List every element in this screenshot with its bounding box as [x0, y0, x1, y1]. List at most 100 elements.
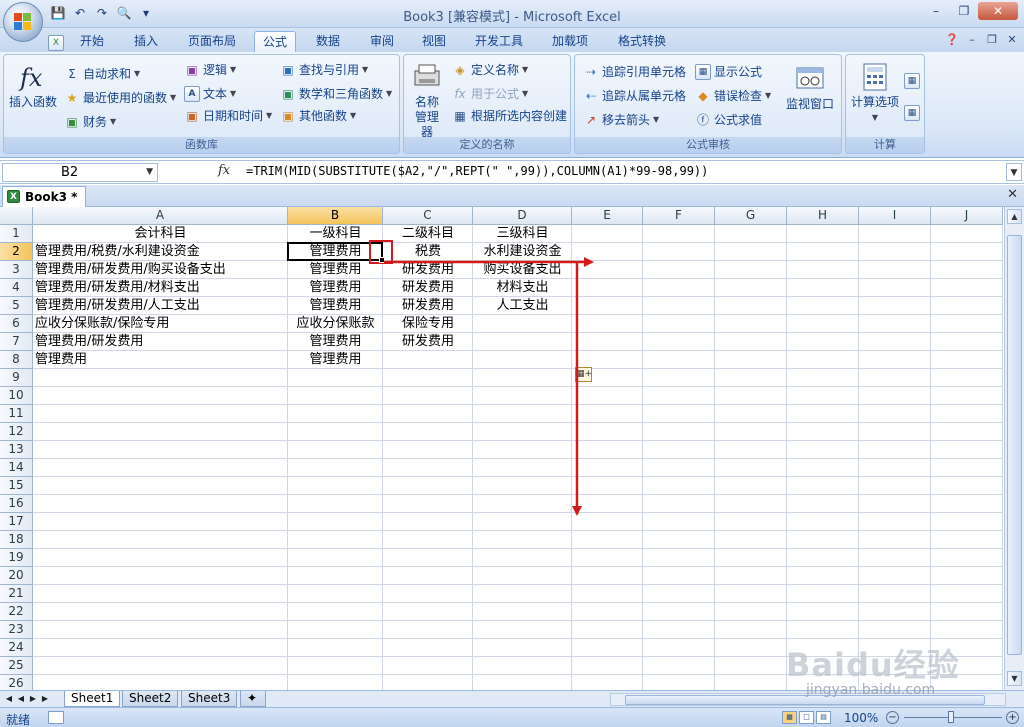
- prev-sheet-button[interactable]: ◀: [16, 692, 26, 706]
- row-header-7[interactable]: 7: [0, 333, 33, 351]
- column-header-a[interactable]: A: [33, 207, 288, 225]
- column-header-c[interactable]: C: [383, 207, 473, 225]
- cell-d4[interactable]: 材料支出: [473, 279, 572, 297]
- row-header-2[interactable]: 2: [0, 243, 33, 261]
- row-header-4[interactable]: 4: [0, 279, 33, 297]
- trace-precedents-button[interactable]: ⇢ 追踪引用单元格: [583, 63, 686, 80]
- error-checking-button[interactable]: ◆ 错误检查 ▼: [695, 87, 771, 104]
- row-header-21[interactable]: 21: [0, 585, 33, 603]
- tab-data[interactable]: 数据: [308, 31, 348, 52]
- sheet-tab-sheet1[interactable]: Sheet1: [64, 691, 121, 707]
- evaluate-formula-button[interactable]: ⓕ 公式求值: [695, 111, 762, 128]
- column-header-h[interactable]: H: [787, 207, 859, 225]
- show-formulas-button[interactable]: ▦ 显示公式: [695, 63, 762, 80]
- workbook-tab[interactable]: X Book3 *: [2, 186, 87, 207]
- row-header-25[interactable]: 25: [0, 657, 33, 675]
- cell-a2[interactable]: 管理费用/税费/水利建设资金: [33, 243, 288, 261]
- insert-function-fx-icon[interactable]: fx: [218, 163, 230, 178]
- column-header-i[interactable]: I: [859, 207, 931, 225]
- close-button[interactable]: ✕: [978, 2, 1018, 20]
- row-header-3[interactable]: 3: [0, 261, 33, 279]
- cell-d5[interactable]: 人工支出: [473, 297, 572, 315]
- column-header-b[interactable]: B: [288, 207, 383, 225]
- text-button[interactable]: A 文本 ▼: [184, 85, 236, 102]
- cell-b6[interactable]: 应收分保账款: [288, 315, 383, 333]
- column-header-e[interactable]: E: [572, 207, 643, 225]
- cell-c5[interactable]: 研发费用: [383, 297, 473, 315]
- sheet-tab-sheet2[interactable]: Sheet2: [122, 691, 179, 707]
- minimize-button[interactable]: –: [922, 2, 950, 20]
- restore-button[interactable]: ❐: [950, 2, 978, 20]
- cell-b5[interactable]: 管理费用: [288, 297, 383, 315]
- use-in-formula-button[interactable]: fx 用于公式 ▼: [452, 85, 528, 102]
- insert-function-button[interactable]: fx 插入函数: [6, 61, 60, 110]
- select-all-corner[interactable]: [0, 207, 33, 225]
- cell-b4[interactable]: 管理费用: [288, 279, 383, 297]
- row-header-10[interactable]: 10: [0, 387, 33, 405]
- last-sheet-button[interactable]: ▶: [40, 692, 50, 706]
- chevron-down-icon[interactable]: ▼: [146, 164, 153, 181]
- tab-view[interactable]: 视图: [414, 31, 454, 52]
- doc-close-button[interactable]: ✕: [1004, 32, 1020, 48]
- row-header-15[interactable]: 15: [0, 477, 33, 495]
- cell-b7[interactable]: 管理费用: [288, 333, 383, 351]
- sheet-tab-sheet3[interactable]: Sheet3: [181, 691, 238, 707]
- macro-record-icon[interactable]: [48, 711, 64, 724]
- more-functions-button[interactable]: ▣ 其他函数 ▼: [280, 107, 356, 124]
- tab-home[interactable]: 开始: [72, 31, 112, 52]
- column-header-d[interactable]: D: [473, 207, 572, 225]
- row-header-8[interactable]: 8: [0, 351, 33, 369]
- datetime-button[interactable]: ▣ 日期和时间 ▼: [184, 107, 272, 124]
- excel-doc-icon[interactable]: X: [46, 31, 66, 52]
- tab-page-layout[interactable]: 页面布局: [180, 31, 244, 52]
- formula-input[interactable]: =TRIM(MID(SUBSTITUTE($A2,"/",REPT(" ",99…: [246, 164, 708, 178]
- cell-c7[interactable]: 研发费用: [383, 333, 473, 351]
- page-break-view-icon[interactable]: ▤: [816, 711, 831, 724]
- trace-dependents-button[interactable]: ⇠ 追踪从属单元格: [583, 87, 686, 104]
- page-layout-view-icon[interactable]: □: [799, 711, 814, 724]
- name-manager-button[interactable]: 名称管理器: [406, 61, 448, 140]
- zoom-slider-knob[interactable]: [948, 711, 954, 723]
- zoom-level[interactable]: 100%: [844, 711, 878, 725]
- row-header-11[interactable]: 11: [0, 405, 33, 423]
- row-header-13[interactable]: 13: [0, 441, 33, 459]
- cell-a1[interactable]: 会计科目: [33, 225, 288, 243]
- tab-format-convert[interactable]: 格式转换: [610, 31, 674, 52]
- doc-minimize-button[interactable]: –: [964, 32, 980, 48]
- tab-addins[interactable]: 加载项: [544, 31, 596, 52]
- financial-button[interactable]: ▣ 财务 ▼: [64, 113, 116, 130]
- row-header-23[interactable]: 23: [0, 621, 33, 639]
- scroll-up-button[interactable]: ▲: [1007, 209, 1022, 224]
- worksheet-grid[interactable]: ABCDEFGHIJ 1 2 3 4 5 6 7 8 9 10 11 12 13 14 15 16 17 18 19…: [0, 207, 1024, 690]
- auto-fill-options-icon[interactable]: ▦+: [575, 367, 592, 382]
- insert-sheet-icon[interactable]: ✦: [240, 691, 266, 707]
- math-button[interactable]: ▣ 数学和三角函数 ▼: [280, 85, 392, 102]
- zoom-out-icon[interactable]: −: [886, 711, 899, 724]
- horizontal-scrollbar[interactable]: [610, 693, 1006, 706]
- cell-c2[interactable]: 税费: [383, 243, 473, 261]
- row-header-19[interactable]: 19: [0, 549, 33, 567]
- cell-a3[interactable]: 管理费用/研发费用/购买设备支出: [33, 261, 288, 279]
- row-header-26[interactable]: 26: [0, 675, 33, 690]
- column-header-f[interactable]: F: [643, 207, 715, 225]
- column-header-g[interactable]: G: [715, 207, 787, 225]
- cell-a8[interactable]: 管理费用: [33, 351, 288, 369]
- tab-review[interactable]: 审阅: [362, 31, 402, 52]
- define-name-button[interactable]: ◈ 定义名称 ▼: [452, 61, 528, 78]
- close-workbook-icon[interactable]: ✕: [1007, 187, 1018, 202]
- row-header-17[interactable]: 17: [0, 513, 33, 531]
- vertical-scroll-thumb[interactable]: [1007, 235, 1022, 655]
- vertical-scrollbar[interactable]: ▲ ▼: [1004, 207, 1024, 690]
- remove-arrows-button[interactable]: ↗ 移去箭头 ▼: [583, 111, 659, 128]
- logical-button[interactable]: ▣ 逻辑 ▼: [184, 61, 236, 78]
- horizontal-scroll-thumb[interactable]: [625, 695, 985, 705]
- cell-c3[interactable]: 研发费用: [383, 261, 473, 279]
- tab-formulas[interactable]: 公式: [254, 31, 297, 52]
- tab-developer[interactable]: 开发工具: [467, 31, 531, 52]
- cell-d2[interactable]: 水利建设资金: [473, 243, 572, 261]
- row-header-1[interactable]: 1: [0, 225, 33, 243]
- cell-c1[interactable]: 二级科目: [383, 225, 473, 243]
- normal-view-icon[interactable]: ▦: [782, 711, 797, 724]
- cell-a7[interactable]: 管理费用/研发费用: [33, 333, 288, 351]
- row-header-6[interactable]: 6: [0, 315, 33, 333]
